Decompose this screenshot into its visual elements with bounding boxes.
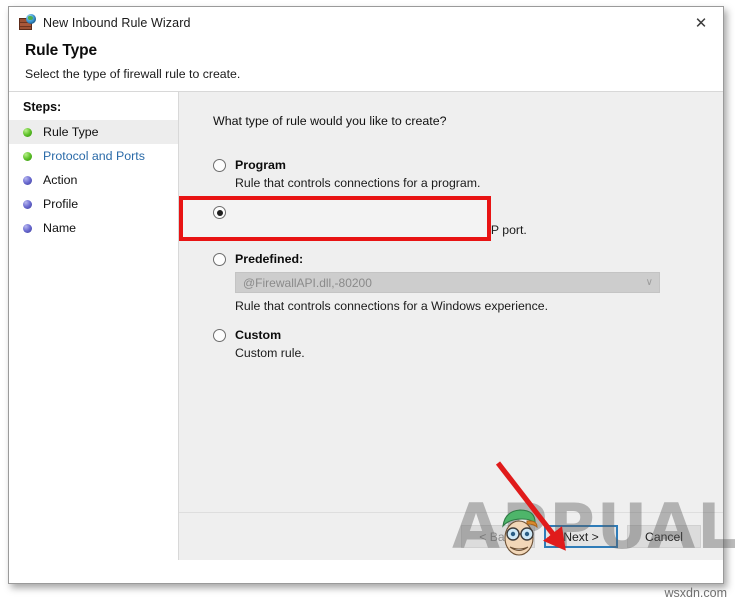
chevron-down-icon: ∨ [645,276,653,288]
sidebar-item-label: Profile [43,197,79,211]
step-bullet-icon [23,199,32,209]
sidebar-item-label: Action [43,173,78,187]
sidebar-item-profile[interactable]: Profile [9,192,178,216]
radio-program[interactable] [213,159,226,172]
step-bullet-icon [23,127,32,137]
steps-heading: Steps: [23,100,62,114]
content-question: What type of rule would you like to crea… [213,114,447,128]
option-program[interactable]: Program Rule that controls connections f… [213,158,723,190]
option-port-label: Port [235,205,260,219]
option-custom[interactable]: Custom Custom rule. [213,328,723,360]
header-band: Rule Type Select the type of firewall ru… [9,38,723,92]
wizard-window: New Inbound Rule Wizard ✕ Rule Type Sele… [8,6,724,584]
option-program-label: Program [235,158,286,172]
content-pane: What type of rule would you like to crea… [179,92,723,560]
sidebar-item-label: Rule Type [43,125,99,139]
sidebar-item-rule-type[interactable]: Rule Type [9,120,178,144]
step-bullet-icon [23,175,32,185]
page-subtitle: Select the type of firewall rule to crea… [25,67,241,81]
page-title: Rule Type [25,42,98,59]
option-predefined-label: Predefined: [235,252,304,266]
option-custom-description: Custom rule. [235,346,305,360]
close-icon[interactable]: ✕ [679,7,723,38]
next-button[interactable]: Next > [544,525,618,548]
option-predefined-description: Rule that controls connections for a Win… [235,299,549,313]
sidebar-item-protocol-and-ports[interactable]: Protocol and Ports [9,144,178,168]
sidebar-item-label: Name [43,221,77,235]
option-port[interactable]: Port Rule that controls connections for … [179,196,723,241]
cancel-button[interactable]: Cancel [627,525,701,548]
step-bullet-icon [23,151,32,161]
wsxdn-watermark: wsxdn.com [664,586,727,600]
window-title: New Inbound Rule Wizard [43,15,191,30]
radio-predefined[interactable] [213,253,226,266]
option-program-description: Rule that controls connections for a pro… [235,176,481,190]
footer-bar: < Back Next > Cancel [179,512,723,560]
radio-port[interactable] [213,206,226,219]
sidebar-item-label[interactable]: Protocol and Ports [43,149,145,163]
body-split: Steps: Rule Type Protocol and Ports Acti… [9,92,723,560]
predefined-dropdown-value: @FirewallAPI.dll,-80200 [243,275,372,290]
predefined-dropdown[interactable]: @FirewallAPI.dll,-80200 ∨ [235,272,660,293]
firewall-globe-icon [19,14,36,31]
radio-custom[interactable] [213,329,226,342]
sidebar-item-action[interactable]: Action [9,168,178,192]
sidebar-item-name[interactable]: Name [9,216,178,240]
title-bar: New Inbound Rule Wizard ✕ [9,7,723,38]
option-port-description: Rule that controls connections for a TCP… [235,223,527,237]
option-custom-label: Custom [235,328,282,342]
option-predefined[interactable]: Predefined: @FirewallAPI.dll,-80200 ∨ Ru… [213,252,723,313]
back-button[interactable]: < Back [461,525,535,548]
steps-pane: Steps: Rule Type Protocol and Ports Acti… [9,92,179,560]
step-bullet-icon [23,223,32,233]
